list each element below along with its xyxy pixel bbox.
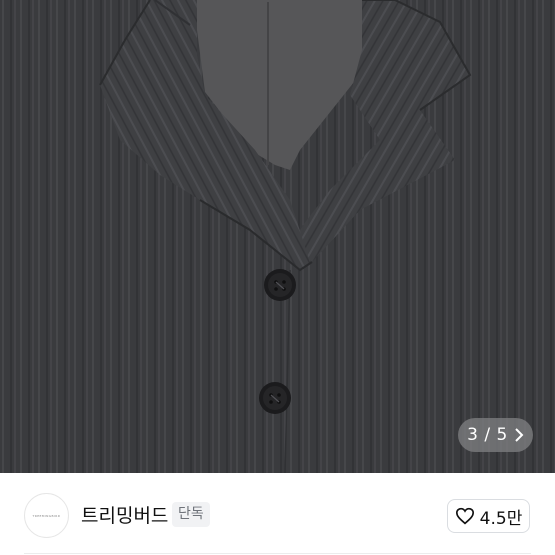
product-image[interactable]: 3 / 5 [0, 0, 555, 473]
like-count: 4.5만 [479, 508, 523, 529]
shop-name[interactable]: 트리밍버드 [81, 501, 168, 528]
divider [24, 553, 531, 554]
shop-logo[interactable]: TREEMINGBIRD [24, 493, 69, 538]
shop-logo-text: TREEMINGBIRD [32, 513, 61, 518]
like-button[interactable]: 4.5만 [447, 499, 530, 533]
shop-info-row: TREEMINGBIRD 트리밍버드 단독 4.5만 [0, 473, 555, 555]
pager-text: 3 / 5 [467, 425, 508, 445]
heart-outline-icon [455, 507, 474, 525]
image-pager[interactable]: 3 / 5 [458, 418, 533, 452]
chevron-right-icon [515, 428, 524, 442]
exclusive-badge: 단독 [172, 502, 210, 527]
jacket-illustration [0, 0, 555, 473]
